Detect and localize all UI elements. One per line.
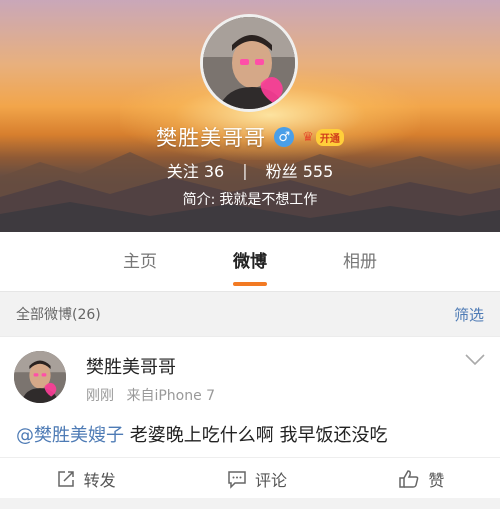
tab-home[interactable]: 主页	[85, 232, 195, 292]
vip-open-label: 开通	[315, 128, 344, 146]
name-row: 樊胜美哥哥 ♂ ♛ 开通	[0, 122, 500, 152]
comment-label: 评论	[254, 470, 287, 490]
repost-label: 转发	[83, 470, 116, 490]
tab-weibo[interactable]: 微博	[195, 232, 305, 292]
profile-username: 樊胜美哥哥	[156, 126, 267, 150]
followers-count: 555	[302, 162, 334, 181]
tab-album[interactable]: 相册	[305, 232, 415, 292]
filter-bar: 全部微博(26) 筛选	[0, 292, 500, 336]
avatar[interactable]	[200, 14, 298, 112]
post-author[interactable]: 樊胜美哥哥	[86, 353, 176, 379]
share-icon	[57, 470, 74, 487]
stats-row: 关注 36 | 粉丝 555	[0, 158, 500, 182]
followers-stat[interactable]: 粉丝 555	[266, 158, 334, 182]
like-button[interactable]: 赞	[398, 467, 444, 491]
following-label: 关注	[166, 162, 199, 181]
repost-button[interactable]: 转发	[56, 467, 116, 491]
male-icon: ♂	[274, 127, 295, 147]
bio-row: 简介: 我就是不想工作	[0, 188, 500, 210]
filter-button[interactable]: 筛选	[454, 304, 484, 325]
following-stat[interactable]: 关注 36	[167, 158, 224, 182]
post-meta: 刚刚 来自iPhone 7	[86, 385, 223, 405]
crown-icon: ♛	[302, 129, 314, 145]
bottom-strip	[0, 498, 500, 509]
all-posts-label[interactable]: 全部微博(26)	[16, 304, 101, 324]
followers-label: 粉丝	[265, 162, 298, 181]
chevron-down-icon[interactable]	[464, 353, 486, 367]
stats-separator: |	[242, 160, 248, 180]
post-body-text: 老婆晚上吃什么啊 我早饭还没吃	[124, 425, 388, 446]
profile-tabs: 主页 微博 相册	[0, 232, 500, 292]
post-source: 来自iPhone 7	[126, 388, 216, 404]
post-avatar[interactable]	[14, 351, 66, 403]
comment-icon	[228, 470, 246, 489]
bio-label: 简介:	[182, 192, 216, 208]
post-time: 刚刚	[86, 388, 114, 404]
post-action-bar: 转发 评论 赞	[0, 457, 500, 499]
post-avatar-photo	[14, 351, 66, 403]
post-content: @樊胜美嫂子 老婆晚上吃什么啊 我早饭还没吃	[16, 421, 387, 447]
comment-button[interactable]: 评论	[227, 467, 287, 491]
thumbs-up-icon	[399, 469, 419, 488]
like-label: 赞	[428, 470, 445, 490]
vip-badge[interactable]: ♛ 开通	[302, 128, 344, 146]
bio-text: 我就是不想工作	[219, 192, 318, 208]
post-card[interactable]: 樊胜美哥哥 刚刚 来自iPhone 7 @樊胜美嫂子 老婆晚上吃什么啊 我早饭还…	[0, 336, 500, 498]
following-count: 36	[203, 162, 225, 181]
post-mention-link[interactable]: @樊胜美嫂子	[16, 425, 124, 446]
